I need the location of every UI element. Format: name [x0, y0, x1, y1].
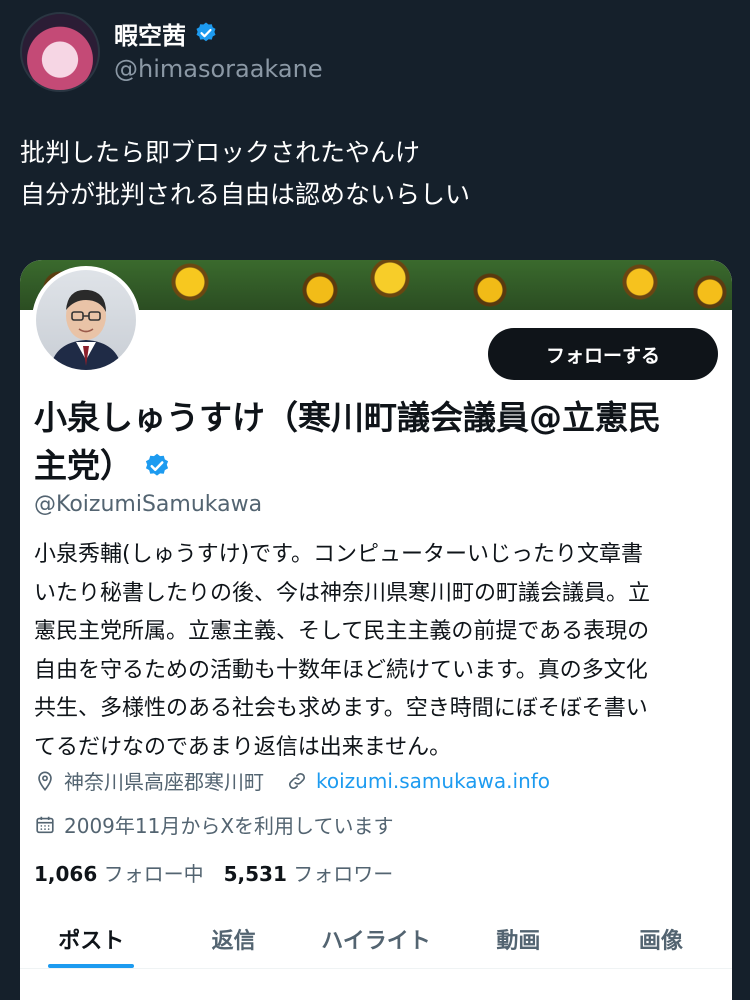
following-count: 1,066	[34, 862, 98, 886]
tab-images[interactable]: 画像	[590, 910, 732, 968]
profile-name-line: 主党）	[34, 446, 133, 485]
followers-count: 5,531	[223, 862, 287, 886]
profile-name-line-2: 主党）	[34, 442, 714, 490]
follow-button[interactable]: フォローする	[488, 328, 718, 380]
author-info: 暇空茜 @himasoraakane	[114, 16, 323, 83]
post-text-line: 自分が批判される自由は認めないらしい	[20, 180, 471, 209]
profile-handle: @KoizumiSamukawa	[34, 492, 263, 517]
profile-website-link[interactable]: koizumi.samukawa.info	[316, 769, 550, 793]
bio-line: 憲民主党所属。立憲主義、そして民主主義の前提である表現の	[34, 619, 650, 644]
profile-name: 小泉しゅうすけ（寒川町議会議員@立憲民 主党）	[34, 394, 714, 490]
bio-line: 小泉秀輔(しゅうすけ)です。コンピューターいじったり文章書	[34, 542, 643, 567]
followers-stat[interactable]: 5,531 フォロワー	[224, 858, 394, 887]
tab-posts[interactable]: ポスト	[20, 910, 162, 968]
verified-badge-icon	[196, 22, 216, 42]
tab-videos[interactable]: 動画	[447, 910, 589, 968]
link-icon	[288, 772, 306, 789]
author-name-line: 暇空茜	[114, 16, 323, 51]
author-display-name[interactable]: 暇空茜	[114, 16, 186, 51]
profile-name-line: 小泉しゅうすけ（寒川町議会議員@立憲民	[34, 398, 661, 437]
person-portrait-icon	[50, 289, 122, 370]
tab-highlights[interactable]: ハイライト	[305, 910, 447, 968]
bio-line: 共生、多様性のある社会も求めます。空き時間にぼそぼそ書い	[34, 696, 648, 721]
post-header: 暇空茜 @himasoraakane	[20, 12, 323, 92]
following-label: フォロー中	[103, 862, 204, 886]
bio-line: てるだけなのであまり返信は出来ません。	[34, 734, 452, 760]
profile-stats: 1,066 フォロー中 5,531 フォロワー	[34, 858, 393, 887]
bio-line: いたり秘書したりの後、今は神奈川県寒川町の町議会議員。立	[34, 580, 651, 606]
profile-meta-joined: 2009年11月からXを利用しています	[34, 810, 393, 839]
profile-joined-date: 2009年11月からXを利用しています	[64, 814, 394, 838]
author-avatar[interactable]	[20, 12, 100, 92]
profile-bio: 小泉秀輔(しゅうすけ)です。コンピューターいじったり文章書 いたり秘書したりの後…	[34, 536, 720, 767]
profile-location: 神奈川県高座郡寒川町	[64, 770, 264, 794]
profile-card[interactable]: フォローする 小泉しゅうすけ（寒川町議会議員@立憲民 主党） @KoizumiS…	[20, 260, 732, 1000]
profile-tabs: ポスト 返信 ハイライト 動画 画像	[20, 910, 732, 969]
calendar-icon	[36, 816, 54, 833]
following-stat[interactable]: 1,066 フォロー中	[34, 858, 204, 887]
post-text-line: 批判したら即ブロックされたやんけ	[20, 138, 421, 167]
profile-photo	[36, 270, 136, 370]
location-pin-icon	[38, 770, 52, 791]
tab-replies[interactable]: 返信	[162, 910, 304, 968]
post-text: 批判したら即ブロックされたやんけ 自分が批判される自由は認めないらしい	[20, 132, 470, 216]
bio-line: 自由を守るための活動も十数年ほど続けています。真の多文化	[34, 657, 648, 683]
author-handle[interactable]: @himasoraakane	[114, 55, 323, 83]
verified-badge-icon	[145, 453, 169, 476]
profile-avatar[interactable]	[32, 266, 140, 374]
followers-label: フォロワー	[293, 862, 394, 886]
profile-meta-location-link: 神奈川県高座郡寒川町 koizumi.samukawa.info	[34, 766, 550, 795]
